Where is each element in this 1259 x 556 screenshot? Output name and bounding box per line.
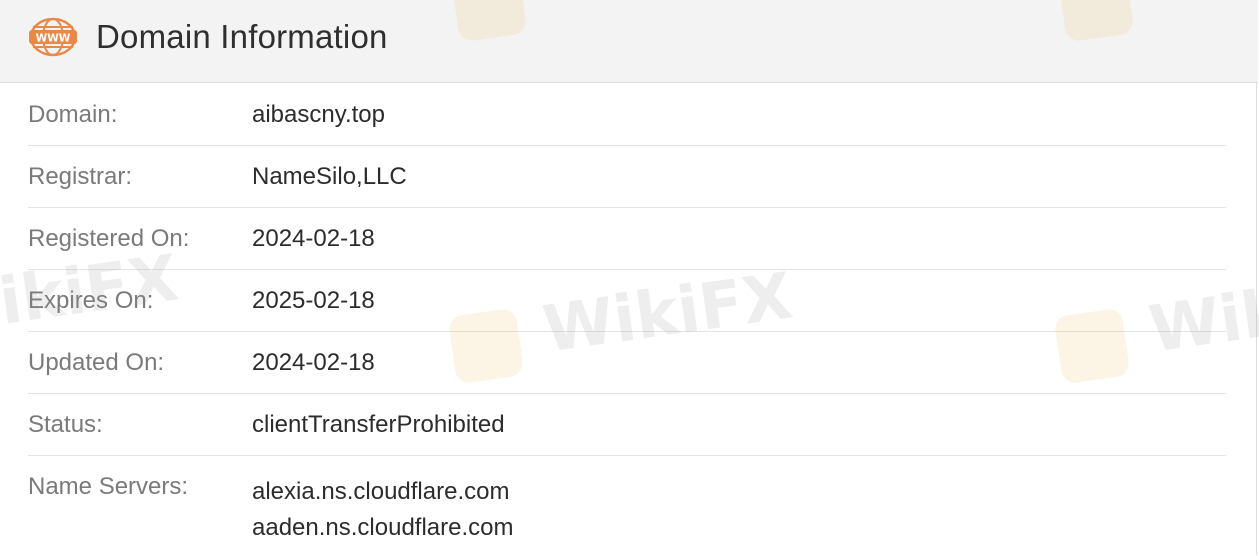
field-value: 2024-02-18: [252, 225, 375, 252]
page-title: Domain Information: [96, 18, 388, 55]
domain-info-panel: WWW Domain Information Domain: aibascny.…: [0, 0, 1259, 556]
field-label: Registrar:: [28, 163, 133, 190]
field-label: Updated On:: [28, 349, 165, 376]
field-row-expires-on: Expires On: 2025-02-18: [28, 270, 1226, 332]
field-row-updated-on: Updated On: 2024-02-18: [28, 332, 1226, 394]
field-label: Name Servers:: [28, 473, 189, 500]
field-value: 2025-02-18: [252, 287, 375, 314]
field-label: Expires On:: [28, 287, 154, 314]
field-row-domain: Domain: aibascny.top: [28, 84, 1226, 146]
name-server-item: aaden.ns.cloudflare.com: [252, 514, 514, 541]
field-value: NameSilo,LLC: [252, 163, 407, 190]
svg-text:WWW: WWW: [36, 33, 71, 45]
panel-header: WWW Domain Information: [0, 0, 1258, 83]
field-row-registered-on: Registered On: 2024-02-18: [28, 208, 1226, 270]
field-row-registrar: Registrar: NameSilo,LLC: [28, 146, 1226, 208]
field-row-status: Status: clientTransferProhibited: [28, 394, 1226, 456]
www-icon: WWW: [28, 15, 78, 59]
field-label: Registered On:: [28, 225, 190, 252]
field-value: aibascny.top: [252, 101, 385, 128]
name-server-list: alexia.ns.cloudflare.com aaden.ns.cloudf…: [252, 474, 514, 546]
name-server-item: alexia.ns.cloudflare.com: [252, 478, 510, 505]
field-label: Domain:: [28, 101, 118, 128]
field-value: 2024-02-18: [252, 349, 375, 376]
domain-fields: Domain: aibascny.top Registrar: NameSilo…: [28, 84, 1226, 556]
field-label: Status:: [28, 411, 103, 438]
field-row-name-servers: Name Servers: alexia.ns.cloudflare.com a…: [28, 456, 1226, 556]
field-value: clientTransferProhibited: [252, 411, 505, 438]
